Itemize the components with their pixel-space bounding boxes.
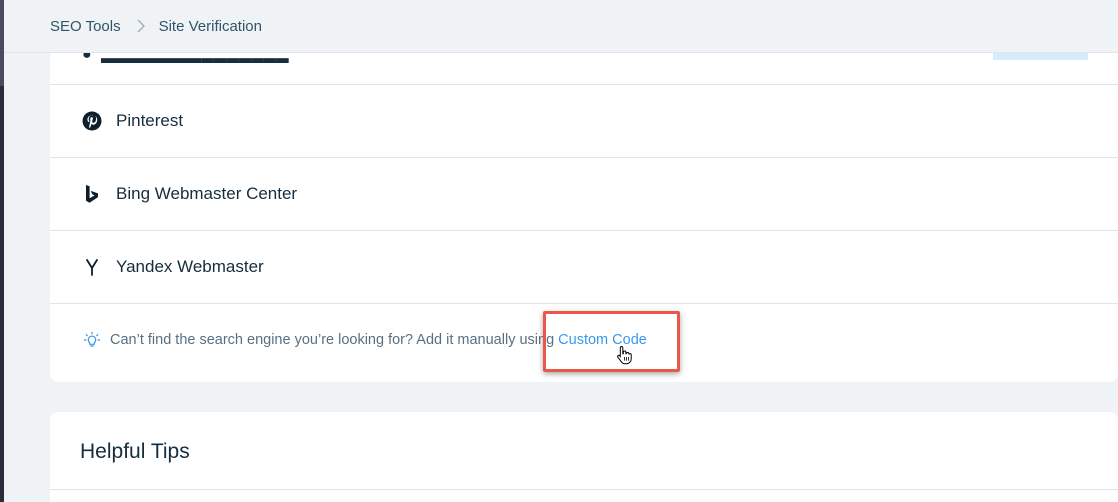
list-item-yandex[interactable]: Yandex Webmaster	[50, 231, 1118, 304]
list-item-label: Bing Webmaster Center	[116, 184, 298, 203]
list-item-bing[interactable]: Bing Webmaster Center	[50, 158, 1118, 231]
list-item-label: Pinterest	[116, 111, 184, 130]
chevron-right-icon	[137, 19, 145, 33]
lightbulb-icon	[82, 330, 102, 350]
list-item-label: Yandex Webmaster	[116, 257, 264, 276]
verification-card: ● ▂▂▂▂▂▂▂▂▂▂▂▂▂▂▂ Pinterest Bing Webmast…	[50, 0, 1118, 382]
divider	[50, 489, 1118, 490]
yandex-icon	[82, 257, 102, 277]
list-item-pinterest[interactable]: Pinterest	[50, 85, 1118, 158]
hand-cursor-icon	[616, 345, 634, 370]
helpful-tips-title: Helpful Tips	[80, 440, 190, 463]
breadcrumb: SEO Tools Site Verification	[4, 0, 1118, 53]
bing-icon	[82, 184, 102, 204]
pinterest-icon	[82, 111, 102, 131]
tip-text: Can’t find the search engine you’re look…	[110, 332, 559, 348]
window-edge	[0, 0, 4, 502]
helpful-tips-card: Helpful Tips	[50, 412, 1118, 502]
breadcrumb-seo-tools[interactable]: SEO Tools	[50, 18, 121, 35]
custom-code-tip: Can’t find the search engine you’re look…	[82, 325, 647, 355]
breadcrumb-site-verification: Site Verification	[158, 17, 262, 35]
